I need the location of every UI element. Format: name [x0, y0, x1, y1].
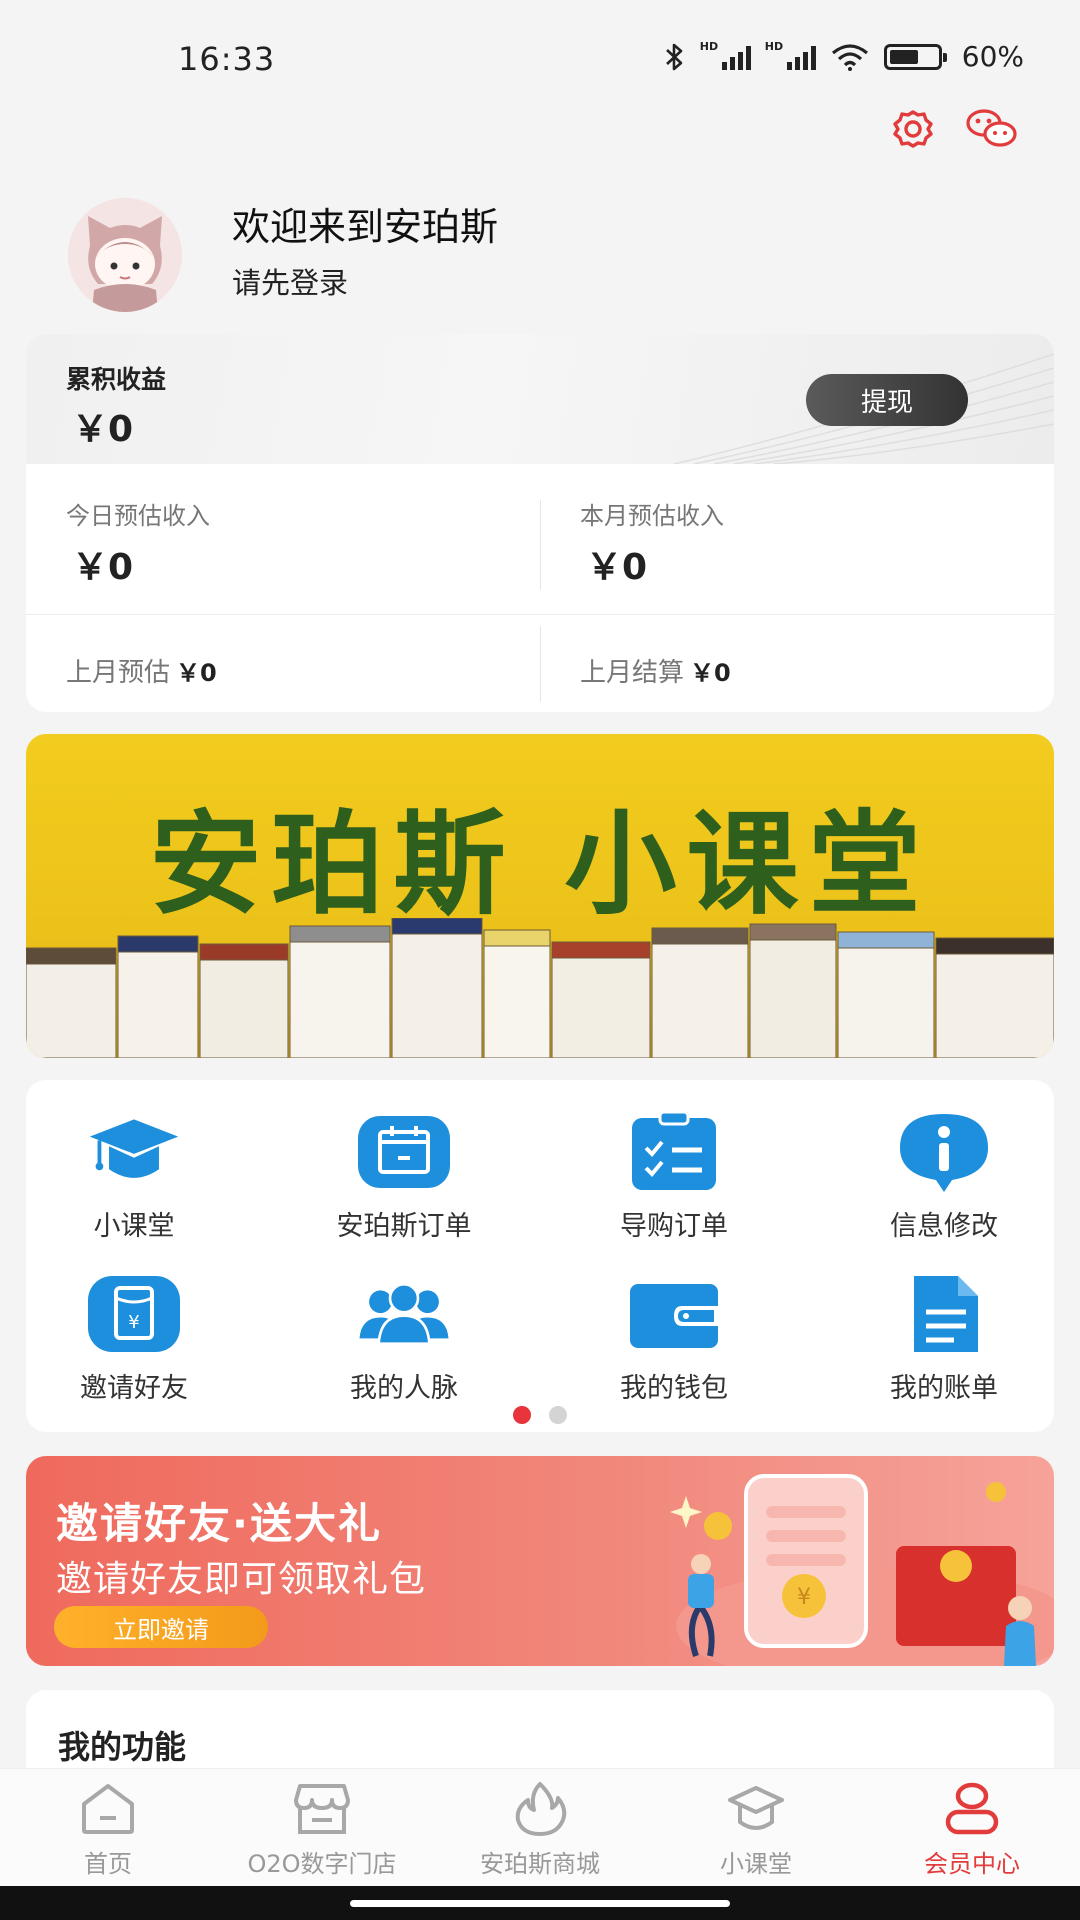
nav-o2o-store[interactable]: O2O数字门店 [222, 1780, 422, 1879]
books-image [26, 918, 1054, 1058]
function-label: 我的人脉 [350, 1373, 458, 1404]
invite-banner-subtitle: 邀请好友即可领取礼包 [56, 1559, 427, 1600]
classroom-banner[interactable]: 安珀斯 小课堂 [26, 734, 1054, 1058]
function-label: 安珀斯订单 [336, 1211, 472, 1242]
wallet-icon [630, 1284, 718, 1348]
function-my-bills[interactable]: 我的账单 [834, 1274, 1054, 1405]
red-envelope-icon: ¥ [88, 1276, 180, 1352]
function-classroom[interactable]: 小课堂 [24, 1112, 244, 1243]
invite-now-button[interactable]: 立即邀请 [54, 1606, 268, 1648]
divider [540, 626, 541, 702]
function-label: 导购订单 [620, 1211, 728, 1242]
nav-label: 安珀斯商城 [480, 1850, 600, 1878]
today-estimate-label: 今日预估收入 [66, 502, 210, 530]
avatar[interactable] [68, 198, 182, 312]
nav-label: O2O数字门店 [247, 1850, 397, 1878]
pager-dot-1[interactable] [513, 1406, 531, 1424]
graduation-cap-icon [89, 1119, 179, 1178]
battery-text: 60% [961, 40, 1024, 73]
function-my-wallet[interactable]: 我的钱包 [564, 1274, 784, 1405]
home-icon [82, 1784, 134, 1834]
svg-text:¥: ¥ [797, 1585, 811, 1610]
clipboard-checklist-icon [632, 1112, 716, 1190]
store-icon [294, 1784, 350, 1834]
status-icons: HD HD 60% [664, 40, 1024, 73]
login-link[interactable]: 请先登录 [232, 260, 348, 302]
nav-member-center[interactable]: 会员中心 [872, 1780, 1072, 1879]
settings-icon[interactable] [888, 106, 938, 152]
pager-dot-2[interactable] [549, 1406, 567, 1424]
user-icon [945, 1782, 999, 1835]
month-estimate-value: ￥0 [586, 547, 648, 588]
my-functions-title: 我的功能 [58, 1728, 187, 1766]
classroom-banner-title: 安珀斯 小课堂 [149, 800, 931, 930]
bluetooth-icon [665, 43, 683, 70]
function-label: 信息修改 [890, 1211, 998, 1242]
graduation-cap-icon [728, 1786, 784, 1830]
status-time: 16:33 [178, 40, 276, 78]
wifi-icon [831, 43, 868, 71]
calendar-icon [358, 1116, 450, 1188]
message-icon[interactable] [964, 106, 1020, 152]
signal-icon-2: HD [765, 40, 816, 70]
function-ampos-orders[interactable]: 安珀斯订单 [294, 1112, 514, 1243]
function-invite-friends[interactable]: ¥ 邀请好友 [24, 1274, 244, 1405]
withdraw-button[interactable]: 提现 [806, 374, 968, 426]
function-label: 我的钱包 [620, 1373, 728, 1404]
month-estimate-label: 本月预估收入 [580, 502, 724, 530]
nav-ampos-mall[interactable]: 安珀斯商城 [440, 1780, 640, 1879]
invite-banner-title: 邀请好友·送大礼 [56, 1499, 382, 1548]
battery-icon [883, 43, 947, 70]
nav-label: 首页 [84, 1850, 132, 1878]
invite-banner[interactable]: ¥ 邀请好友·送大礼 邀请好友即可领取礼包 立即邀请 [26, 1456, 1054, 1666]
today-estimate-value: ￥0 [72, 547, 134, 588]
earnings-card: 累积收益 ￥0 提现 今日预估收入 ￥0 本月预估收入 ￥0 上月预估 ￥0 上月… [26, 334, 1054, 712]
function-label: 小课堂 [93, 1211, 175, 1242]
signal-icon: HD [700, 40, 751, 70]
function-label: 我的账单 [890, 1373, 998, 1404]
bill-icon [914, 1276, 978, 1352]
earnings-header: 累积收益 ￥0 提现 [26, 334, 1054, 464]
last-month-estimate: 上月预估 ￥0 [66, 652, 217, 689]
last-month-settlement: 上月结算 ￥0 [580, 652, 731, 689]
people-icon [359, 1283, 449, 1345]
cumulative-earnings-value: ￥0 [72, 409, 134, 450]
last-month-estimate-value: ￥0 [176, 659, 217, 687]
flame-icon [515, 1782, 567, 1836]
function-my-network[interactable]: 我的人脉 [294, 1274, 514, 1405]
last-month-estimate-label: 上月预估 [66, 658, 171, 688]
svg-text:¥: ¥ [128, 1312, 139, 1333]
function-edit-info[interactable]: 信息修改 [834, 1112, 1054, 1243]
divider [26, 614, 1054, 615]
pager-dots [0, 1406, 1080, 1424]
divider [540, 500, 541, 590]
avatar-image [68, 198, 182, 312]
nav-label: 小课堂 [720, 1850, 792, 1878]
nav-home[interactable]: 首页 [8, 1780, 208, 1879]
home-indicator[interactable] [350, 1900, 730, 1907]
function-label: 邀请好友 [80, 1373, 188, 1404]
info-icon [900, 1114, 988, 1192]
cumulative-earnings-label: 累积收益 [66, 365, 167, 394]
last-month-settlement-label: 上月结算 [580, 658, 685, 688]
welcome-title: 欢迎来到安珀斯 [232, 205, 499, 249]
nav-classroom[interactable]: 小课堂 [656, 1780, 856, 1879]
invite-illustration: ¥ [670, 1474, 1054, 1666]
nav-label: 会员中心 [924, 1850, 1020, 1878]
function-shopping-orders[interactable]: 导购订单 [564, 1112, 784, 1243]
last-month-settlement-value: ￥0 [690, 659, 731, 687]
